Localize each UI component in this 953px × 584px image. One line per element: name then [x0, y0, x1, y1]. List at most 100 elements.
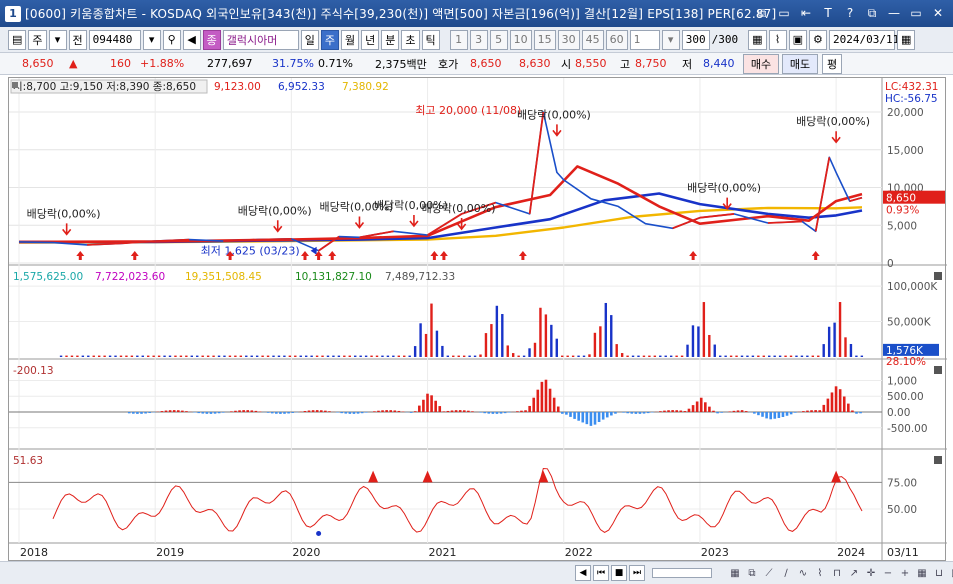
market-dropdown-icon[interactable]: ▾: [48, 29, 67, 50]
copy-icon[interactable]: ⧉: [745, 565, 759, 581]
search-icon[interactable]: ⚲: [162, 29, 181, 50]
zoom-slider[interactable]: [652, 568, 712, 578]
stop-icon[interactable]: ■: [611, 565, 627, 581]
sound-icon[interactable]: ◀: [182, 29, 201, 50]
macd-bar: [136, 412, 139, 414]
tab-week[interactable]: 주: [320, 29, 340, 50]
volume-tick-label: 50,000K: [887, 317, 932, 329]
volume-bar: [811, 355, 815, 357]
x-tick-label: 2022: [565, 546, 593, 559]
minimize-pane-icon[interactable]: ▭: [775, 4, 793, 22]
macd-bar: [638, 412, 642, 414]
trend-icon[interactable]: ⟋: [762, 565, 776, 581]
pin-icon[interactable]: ⇤: [797, 4, 815, 22]
macd-bar: [793, 412, 797, 413]
interval-30[interactable]: 30: [557, 29, 580, 50]
volume-bar: [495, 305, 499, 357]
prev-button[interactable]: 전: [68, 29, 87, 50]
interval-5[interactable]: 5: [489, 29, 508, 50]
macd-bar: [176, 410, 180, 412]
macd-bar: [577, 412, 580, 421]
dividend-arrow-icon: [273, 220, 283, 233]
dividend-label: 배당락(0,00%): [517, 108, 591, 121]
stock-code-input[interactable]: 094480: [88, 29, 141, 50]
buy-button[interactable]: 매수: [743, 54, 779, 74]
interval-dropdown-icon[interactable]: ▾: [661, 29, 680, 50]
grid-settings-icon[interactable]: ▦: [748, 29, 767, 50]
interval-60[interactable]: 60: [605, 29, 628, 50]
table-icon[interactable]: ▦: [728, 565, 742, 581]
grid-icon[interactable]: ▦: [915, 565, 929, 581]
chart-type-icon[interactable]: ⌇: [768, 29, 787, 50]
scroll-left-icon[interactable]: ◀: [575, 565, 591, 581]
macd-bar: [585, 412, 589, 425]
app-icon[interactable]: 1: [5, 5, 21, 22]
interval-10[interactable]: 10: [509, 29, 532, 50]
text-icon[interactable]: T: [819, 4, 837, 22]
volume-bar: [457, 355, 460, 357]
line-icon[interactable]: ∕: [779, 565, 793, 581]
maximize-icon[interactable]: ▭: [907, 4, 925, 22]
volume-bar: [337, 355, 341, 357]
help-icon[interactable]: ?: [841, 4, 859, 22]
interval-45[interactable]: 45: [581, 29, 604, 50]
interval-15[interactable]: 15: [533, 29, 556, 50]
crosshair-icon[interactable]: ✛: [864, 565, 878, 581]
restore-layout-icon[interactable]: ⧉: [753, 4, 771, 22]
macd-bar: [716, 412, 719, 414]
volume-bar: [119, 355, 123, 357]
plus-icon[interactable]: +: [898, 565, 912, 581]
save-icon[interactable]: ▣: [788, 29, 807, 50]
chart-canvas[interactable]: 20,00015,00010,0005,00002018 2019 2020 2021…: [9, 78, 947, 562]
rewind-icon[interactable]: ⏮: [593, 565, 609, 581]
wave-icon[interactable]: ∿: [796, 565, 810, 581]
x-tick-label: 2021: [429, 546, 457, 559]
rsi-tick-label: 75.00: [887, 477, 917, 489]
layout-icon[interactable]: ▤: [8, 29, 27, 50]
volume-bar: [364, 355, 368, 357]
close-icon[interactable]: ✕: [929, 4, 947, 22]
forward-icon[interactable]: ⏭: [629, 565, 645, 581]
tab-day[interactable]: 일: [300, 29, 319, 50]
magnet-icon[interactable]: ⊔: [932, 565, 946, 581]
low-annotation: 최저 1,625 (03/23): [201, 245, 300, 258]
count-input[interactable]: 300: [681, 29, 710, 50]
arrow-up-icon[interactable]: ↗: [847, 565, 861, 581]
volume-bar: [403, 355, 406, 357]
macd-bar: [181, 410, 184, 412]
interval-select[interactable]: 1: [629, 29, 660, 50]
tab-month[interactable]: 월: [341, 29, 360, 50]
interval-3[interactable]: 3: [469, 29, 488, 50]
macd-bar: [275, 412, 278, 414]
volume-bar: [92, 355, 95, 357]
volume-bar: [206, 355, 210, 357]
minus-icon[interactable]: −: [881, 565, 895, 581]
tab-minute[interactable]: 분: [381, 29, 400, 50]
cascade-icon[interactable]: ⧉: [863, 4, 881, 22]
turnover-value: 0.71%: [318, 57, 353, 70]
market-type-select[interactable]: 주: [28, 29, 47, 50]
tab-year[interactable]: 년: [361, 29, 380, 50]
calendar-icon[interactable]: ▦: [896, 29, 916, 50]
avg-button[interactable]: 평: [822, 54, 842, 74]
volume-bar: [201, 355, 204, 357]
macd-bar: [397, 410, 401, 412]
volume-pct: 31.75%: [272, 57, 314, 70]
tab-second[interactable]: 초: [401, 29, 420, 50]
code-dropdown-icon[interactable]: ▾: [142, 29, 161, 50]
tab-tick[interactable]: 틱: [421, 29, 440, 50]
volume-bar: [659, 355, 662, 357]
step-icon[interactable]: ⊓: [830, 565, 844, 581]
date-input[interactable]: 2024/03/11: [828, 29, 899, 50]
minimize-icon[interactable]: —: [885, 4, 903, 22]
macd-bar: [781, 412, 785, 417]
window-icon[interactable]: ▣: [949, 565, 953, 581]
sell-button[interactable]: 매도: [782, 54, 818, 74]
price-tick-label: 5,000: [887, 220, 917, 232]
gear-icon[interactable]: ⚙: [808, 29, 827, 50]
zigzag-icon[interactable]: ⌇: [813, 565, 827, 581]
chart-area[interactable]: 20,000 15,000 10,000 5,000 0 2018 2019 2020 2021…: [8, 77, 947, 562]
interval-1[interactable]: 1: [449, 29, 468, 50]
volume-bar: [473, 355, 477, 357]
macd-bar: [675, 410, 679, 412]
